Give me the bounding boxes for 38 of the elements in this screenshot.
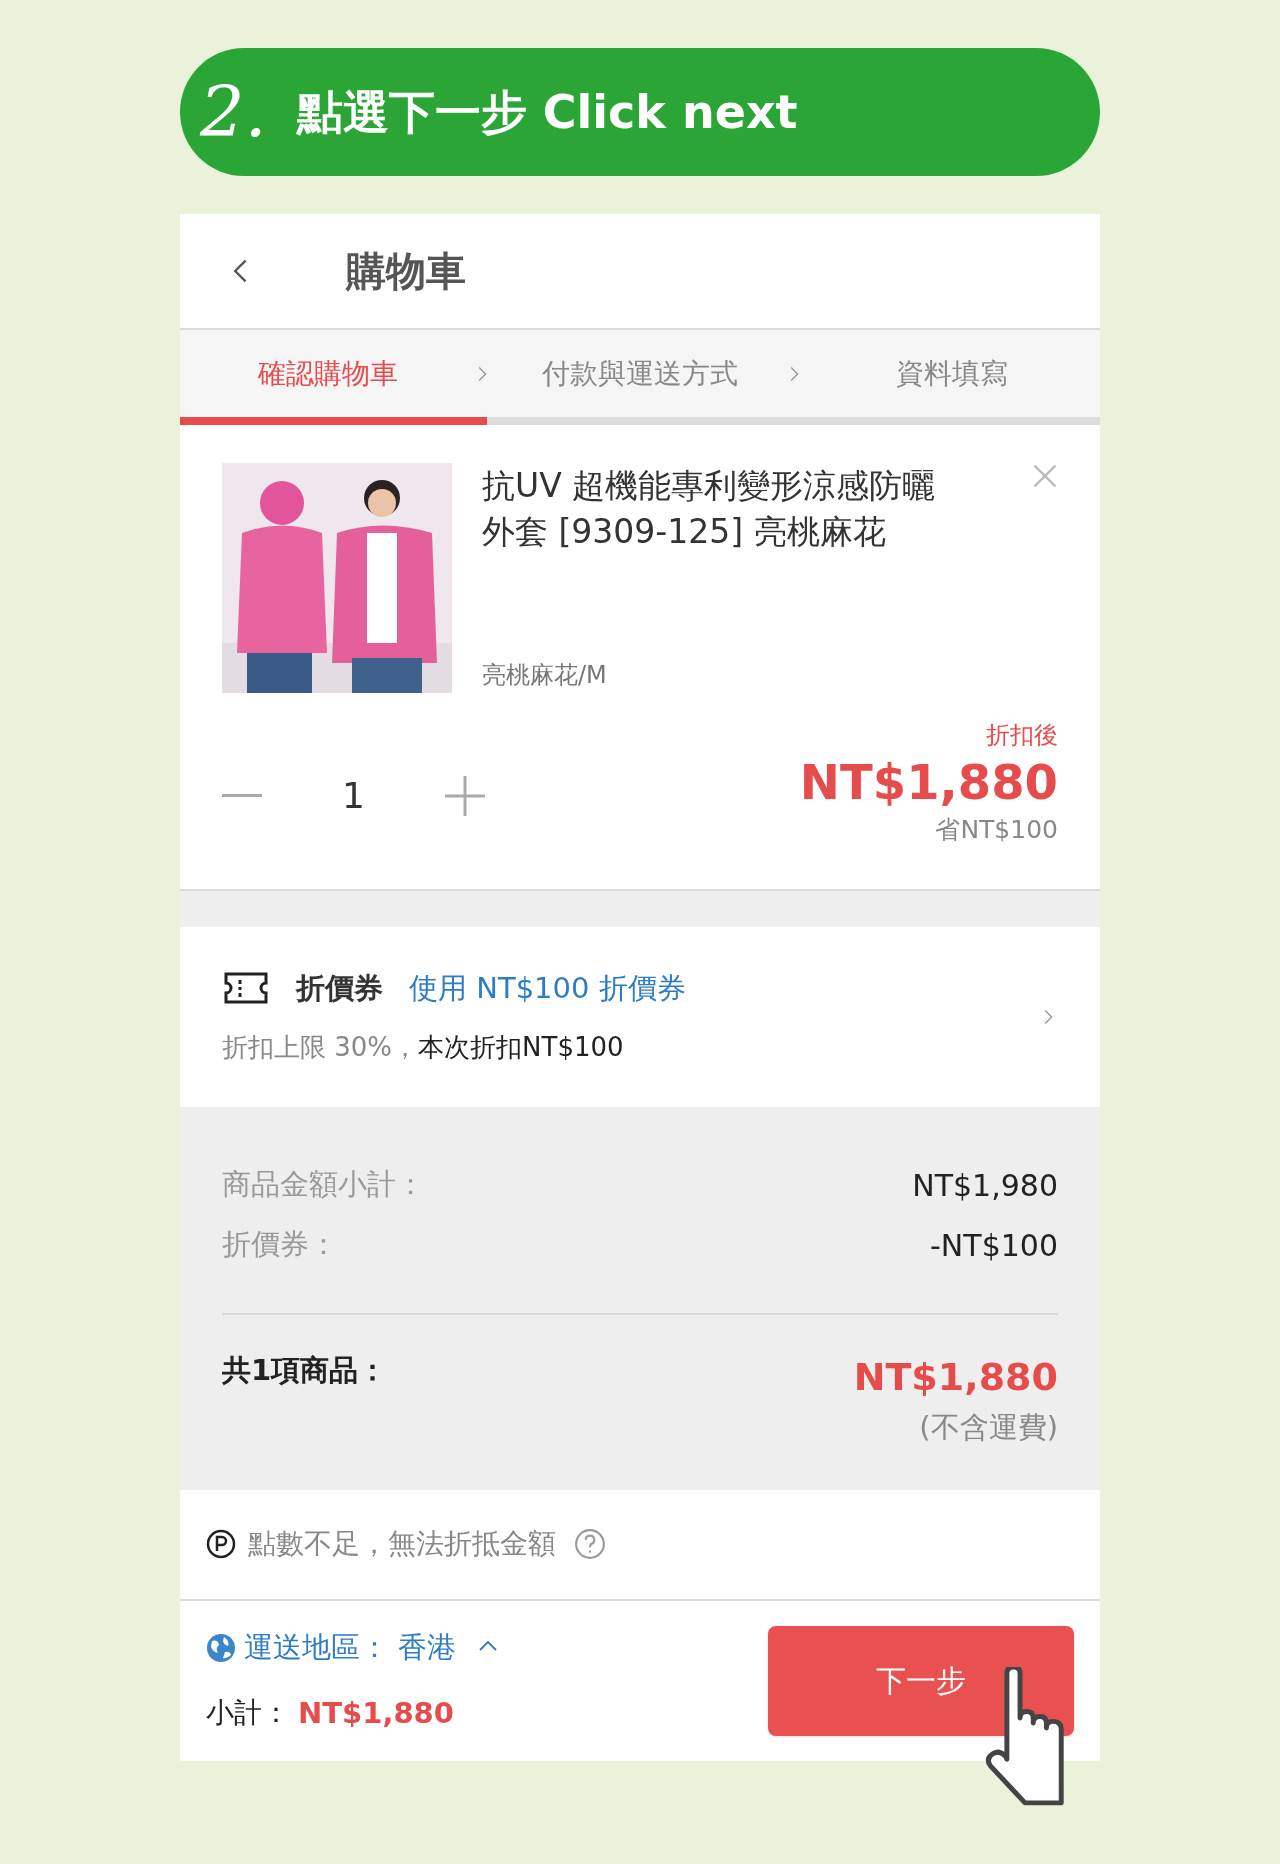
total-price: NT$1,880: [853, 1354, 1058, 1401]
summary-value: -NT$100: [930, 1226, 1058, 1265]
plus-icon: [444, 775, 485, 816]
decrease-button[interactable]: [222, 793, 262, 798]
minus-icon: [222, 793, 262, 798]
price-label: 折扣後: [986, 720, 1058, 751]
coupon-limit: 折扣上限 30%，: [222, 1031, 419, 1064]
coupon-link[interactable]: 使用 NT$100 折價券: [409, 966, 686, 1010]
product-name: 抗UV 超機能專利變形涼感防曬外套 [9309-125] 亮桃麻花: [482, 465, 937, 553]
quantity-value: 1: [342, 773, 365, 818]
shipping-region[interactable]: 運送地區： 香港: [244, 1626, 457, 1670]
points-message: 點數不足，無法折抵金額: [248, 1526, 556, 1562]
shipping-note: (不含運費): [919, 1409, 1058, 1446]
step-tab[interactable]: 付款與運送方式: [492, 352, 788, 395]
increase-button[interactable]: [444, 775, 485, 816]
summary-label: 商品金額小計：: [222, 1166, 425, 1204]
saving-amount: 省NT$100: [935, 814, 1058, 846]
product-price: NT$1,880: [799, 753, 1058, 811]
product-variant: 亮桃麻花/M: [482, 660, 608, 691]
step-tab[interactable]: 資料填寫: [804, 352, 1100, 395]
summary-value: NT$1,980: [912, 1166, 1058, 1205]
step-number: 2.: [200, 77, 267, 147]
globe-icon: [206, 1632, 236, 1663]
close-icon: [1032, 463, 1058, 489]
next-button[interactable]: 下一步: [768, 1625, 1074, 1736]
summary-label: 折價券：: [222, 1226, 338, 1264]
help-icon: [574, 1528, 606, 1560]
subtotal-label: 小計：: [206, 1695, 290, 1732]
subtotal-price: NT$1,880: [298, 1694, 454, 1732]
banner-title: 點選下一步 Click next: [296, 83, 798, 141]
close-button[interactable]: [1032, 463, 1058, 489]
points-icon: [206, 1529, 236, 1559]
coupon-label: 折價券: [296, 969, 383, 1007]
page-title: 購物車: [346, 247, 466, 296]
ticket-icon: [222, 972, 270, 1005]
step-tab[interactable]: 確認購物車: [180, 352, 476, 395]
coupon-discount: 本次折扣NT$100: [418, 1031, 624, 1064]
total-label: 共1項商品：: [222, 1352, 388, 1389]
